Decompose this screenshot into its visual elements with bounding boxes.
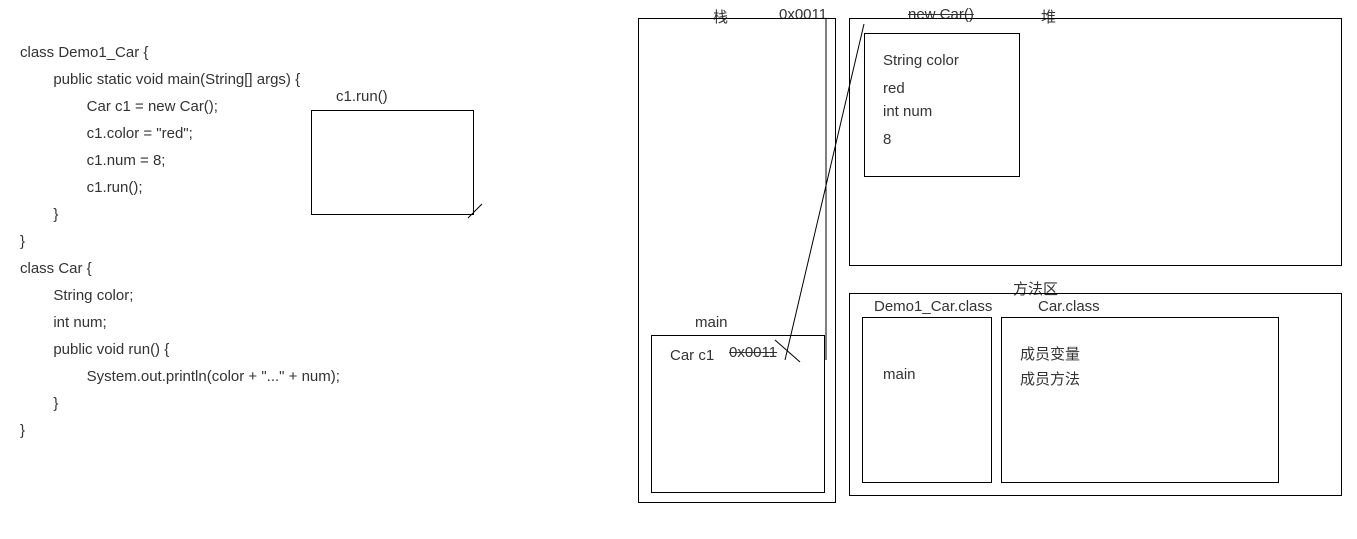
code-line: public static void main(String[] args) {	[20, 71, 300, 88]
run-call-label: c1.run()	[336, 88, 388, 105]
class-box-1-line: main	[883, 366, 916, 383]
class-box-1-title: Demo1_Car.class	[874, 298, 992, 315]
heap-val2: 8	[883, 131, 891, 148]
class-box-2	[1001, 317, 1279, 483]
class-box-2-title: Car.class	[1038, 298, 1100, 315]
code-line: Car c1 = new Car();	[20, 98, 218, 115]
code-line: }	[20, 422, 25, 439]
heap-val1: red	[883, 80, 905, 97]
code-line: int num;	[20, 314, 107, 331]
code-line: System.out.println(color + "..." + num);	[20, 368, 340, 385]
stack-frame-label: main	[695, 314, 728, 331]
heap-field2: int num	[883, 103, 932, 120]
code-line: public void run() {	[20, 341, 169, 358]
code-line: c1.run();	[20, 179, 143, 196]
code-line: class Demo1_Car {	[20, 44, 148, 61]
class-box-1	[862, 317, 992, 483]
code-line: class Car {	[20, 260, 92, 277]
code-line: String color;	[20, 287, 133, 304]
stack-var: Car c1	[670, 347, 714, 364]
code-line: c1.color = "red";	[20, 125, 193, 142]
stack-var-addr: 0x0011	[729, 344, 777, 361]
code-line: c1.num = 8;	[20, 152, 165, 169]
source-code: class Demo1_Car { public static void mai…	[20, 12, 340, 444]
code-line: }	[20, 233, 25, 250]
class-box-2-line1: 成员变量	[1020, 343, 1080, 364]
code-line: }	[20, 395, 58, 412]
code-line: }	[20, 206, 58, 223]
heap-field1: String color	[883, 52, 959, 69]
class-box-2-line2: 成员方法	[1020, 368, 1080, 389]
run-call-box	[311, 110, 474, 215]
